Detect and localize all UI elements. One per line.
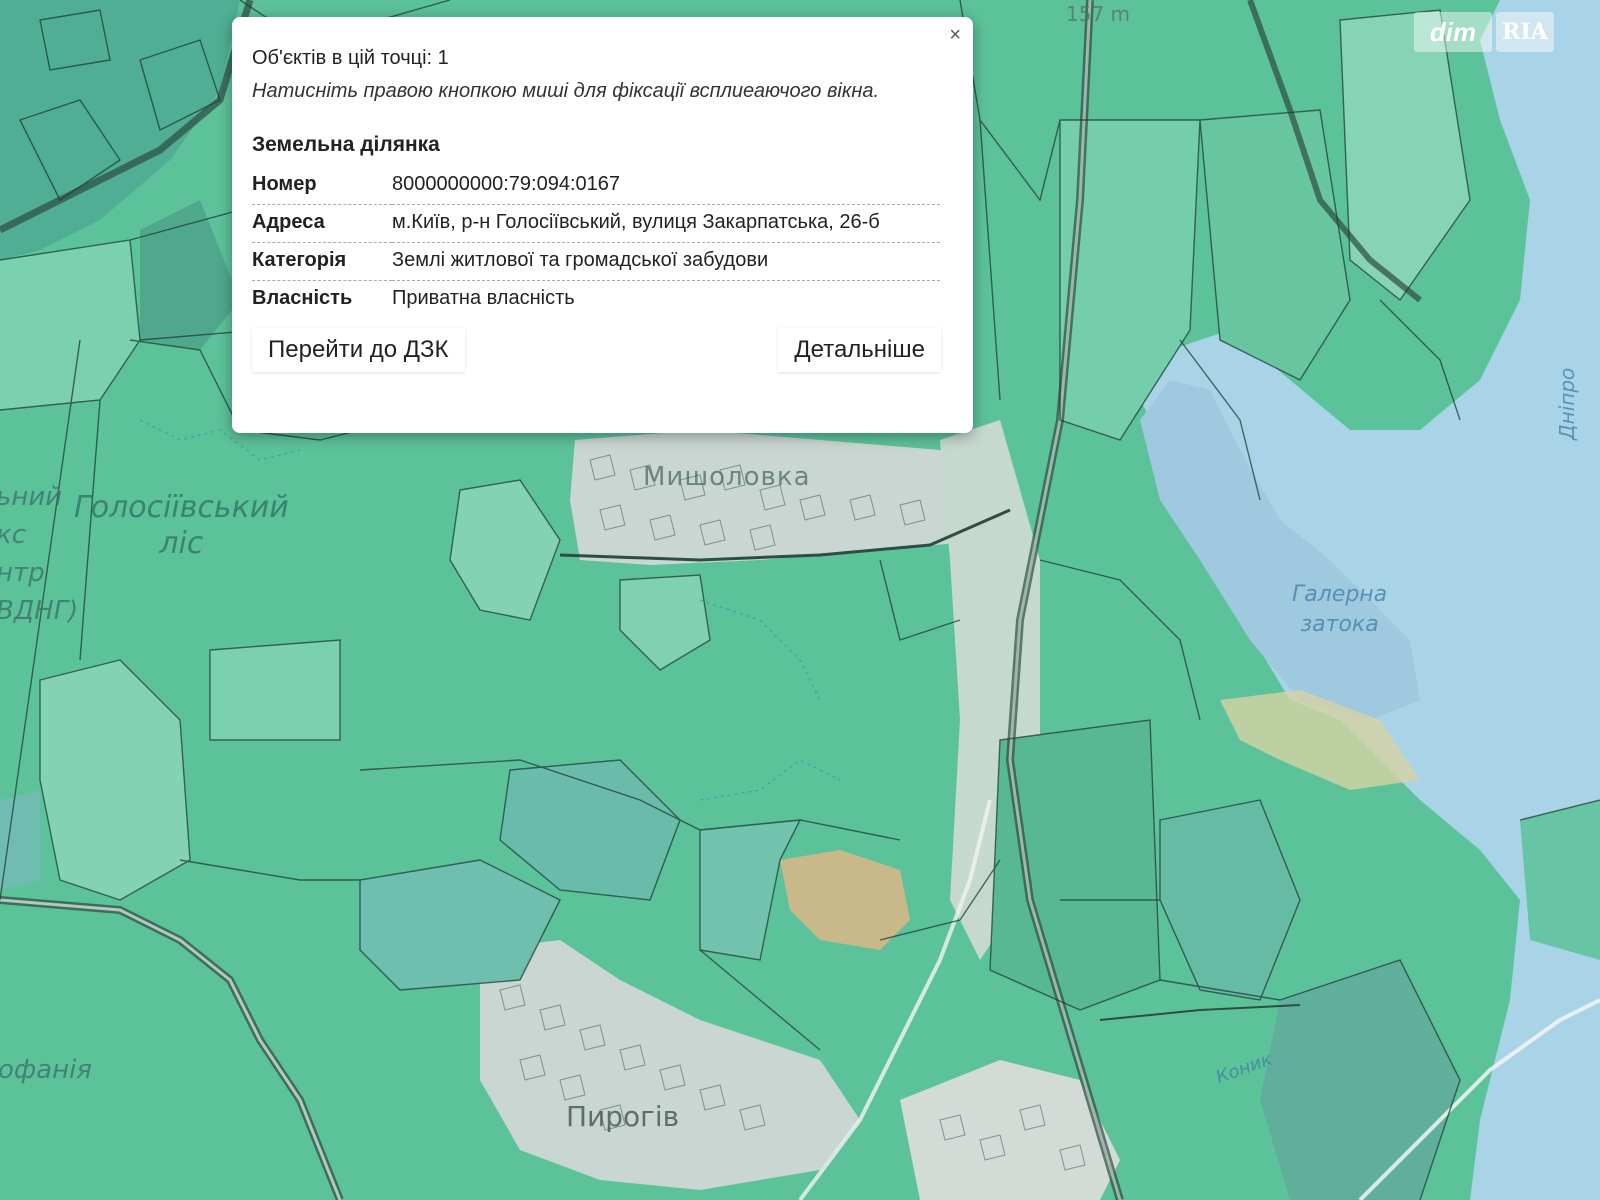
label-pyrohiv: Пирогів xyxy=(566,1100,680,1133)
row-value-number: 8000000000:79:094:0167 xyxy=(392,167,940,205)
parcel-right-edge xyxy=(1520,800,1600,960)
label-expo-center: ьний кс нтр ВДНГ) xyxy=(0,482,79,626)
label-holosiiv-forest: Голосіївський ліс xyxy=(74,490,289,561)
parcel-info-popup: × Об'єктів в цій точці: 1 Натисніть прав… xyxy=(232,17,973,433)
details-button[interactable]: Детальніше xyxy=(778,328,941,372)
popup-tip xyxy=(344,414,380,432)
close-icon[interactable]: × xyxy=(949,25,961,45)
go-to-dzk-button[interactable]: Перейти до ДЗК xyxy=(252,328,465,372)
row-value-ownership: Приватна власність xyxy=(392,287,575,309)
section-title: Земельна ділянка xyxy=(252,133,440,156)
popup-hint: Натисніть правою кнопкою миші для фіксац… xyxy=(252,80,880,102)
row-key-address: Адреса xyxy=(252,204,392,243)
label-dnipro: Дніпро xyxy=(1555,367,1579,440)
popup-actions: Перейти до ДЗК Детальніше xyxy=(252,322,953,378)
table-row: Номер 8000000000:79:094:0167 xyxy=(252,167,940,205)
brand-ria-logo: RIA xyxy=(1496,12,1554,52)
row-key-category: Категорія xyxy=(252,242,392,281)
row-key-number: Номер xyxy=(252,167,392,205)
table-row: Власність Приватна власність xyxy=(252,281,940,319)
row-key-ownership: Власність xyxy=(252,287,353,309)
cadastral-map[interactable]: Голосіївський ліс ьний кс нтр ВДНГ) офан… xyxy=(0,0,1600,1200)
parcel-light-2 xyxy=(210,640,340,740)
brand-dim-logo: dim xyxy=(1414,12,1492,52)
parcel-teal-6 xyxy=(990,720,1160,1010)
label-feofaniia: офанія xyxy=(0,1055,92,1085)
parcel-info-table: Номер 8000000000:79:094:0167 Адреса м.Ки… xyxy=(252,167,940,318)
parcel-left-edge xyxy=(0,790,40,890)
table-row: Адреса м.Київ, р-н Голосіївський, вулиця… xyxy=(252,204,940,243)
row-value-address: м.Київ, р-н Голосіївський, вулиця Закарп… xyxy=(392,204,940,243)
label-peak-elevation: 157 m xyxy=(1066,2,1131,26)
row-value-category: Землі житлової та громадської забудови xyxy=(392,242,940,281)
label-myshelovka: Мишоловка xyxy=(643,462,811,492)
label-halerna-bay: Галерна затока xyxy=(1292,582,1388,637)
table-row: Категорія Землі житлової та громадської … xyxy=(252,242,940,281)
objects-count: Об'єктів в цій точці: 1 xyxy=(252,47,449,69)
